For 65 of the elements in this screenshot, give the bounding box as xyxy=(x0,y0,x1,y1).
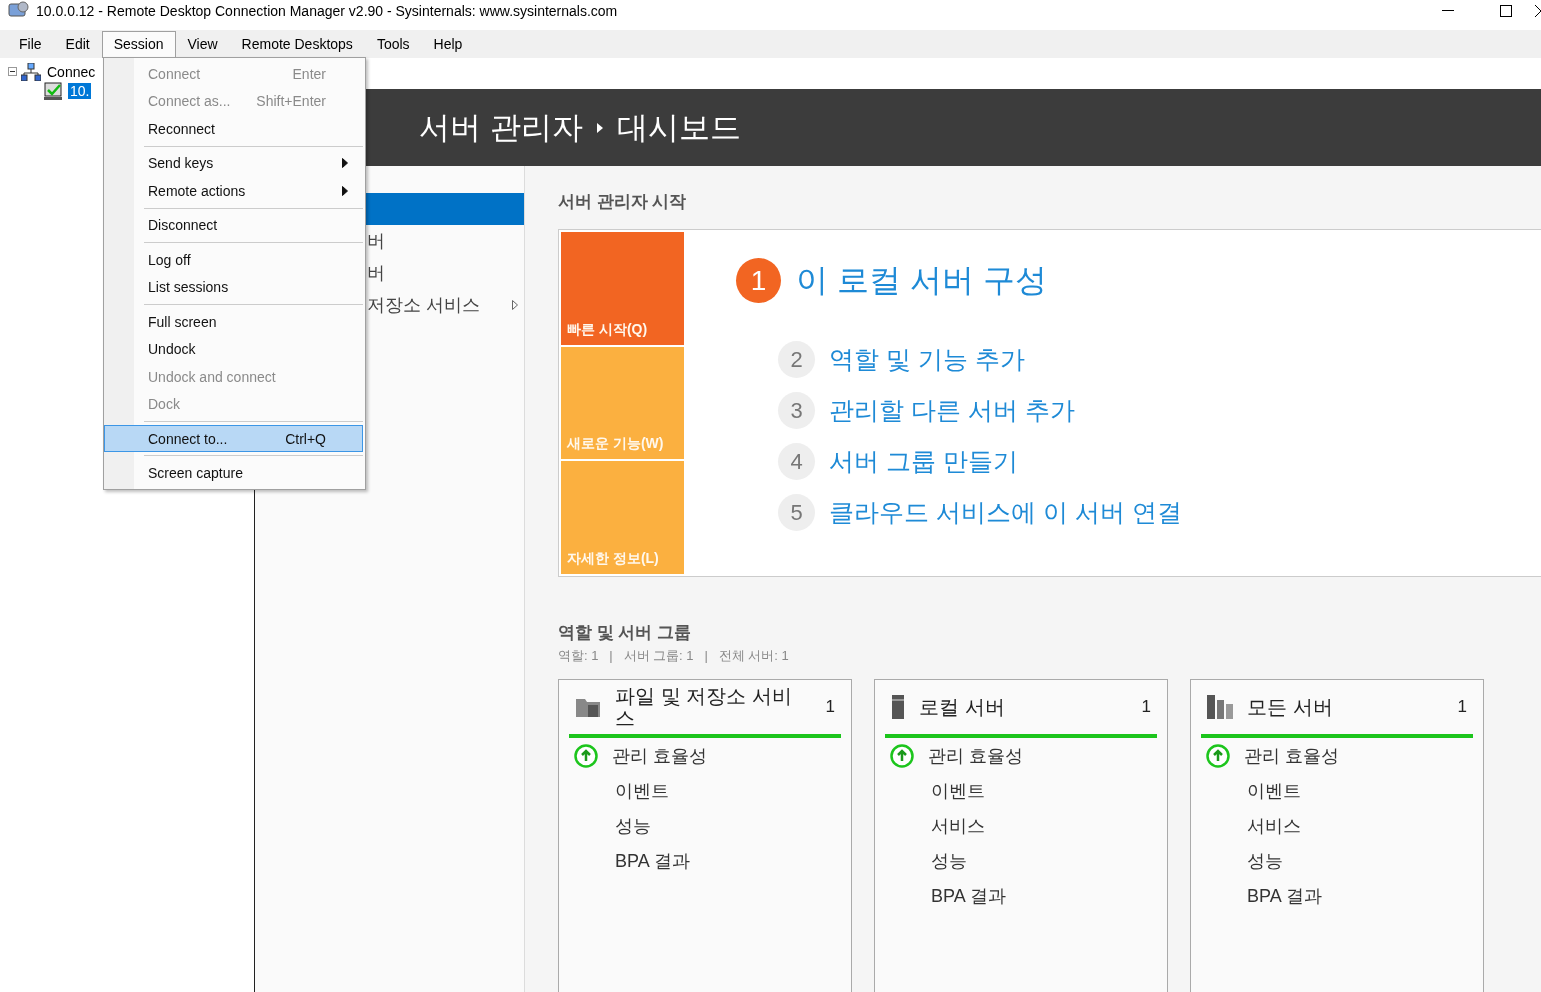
card-title: 로컬 서버 xyxy=(919,696,1006,718)
card-row-link[interactable]: 성능 xyxy=(931,848,967,873)
breadcrumb-arrow-icon xyxy=(596,122,603,133)
role-card[interactable]: 로컬 서버 1 관리 효율성 이벤트 서비스 성능 BPA 결과 xyxy=(874,679,1168,992)
menu-item[interactable]: Edit xyxy=(53,30,102,58)
close-icon[interactable] xyxy=(1535,5,1541,17)
card-row-link[interactable]: 서비스 xyxy=(931,813,985,838)
card-row-link[interactable]: 이벤트 xyxy=(615,778,669,803)
menu-item[interactable]: Undock xyxy=(104,335,363,363)
computer-check-icon xyxy=(44,81,64,100)
step-number: 2 xyxy=(778,341,815,378)
card-title: 파일 및 저장소 서비스 xyxy=(615,685,793,729)
menu-item[interactable]: View xyxy=(175,30,230,58)
card-row-link[interactable]: BPA 결과 xyxy=(931,883,1006,908)
section-title: 서버 관리자 시작 xyxy=(558,191,688,213)
minimize-icon[interactable] xyxy=(1442,10,1454,12)
menu-item[interactable]: Session xyxy=(101,30,176,58)
tree-item[interactable]: 10. xyxy=(68,82,92,99)
card-title: 모든 서버 xyxy=(1247,696,1334,718)
menu-item[interactable]: Screen capture xyxy=(104,459,363,487)
menu-item[interactable]: Tools xyxy=(364,30,422,58)
breadcrumb-item: 대시보드 xyxy=(616,108,741,147)
tree-item[interactable]: Connec xyxy=(45,63,98,80)
step-number: 4 xyxy=(778,443,815,480)
menu-item[interactable]: Reconnect xyxy=(104,115,363,143)
role-card[interactable]: 파일 및 저장소 서비스 1 관리 효율성 이벤트 성능 BPA 결과 xyxy=(558,679,852,992)
card-row-link[interactable]: 관리 효율성 xyxy=(1244,743,1339,768)
card-count: 1 xyxy=(825,697,836,717)
card-row-link[interactable]: 관리 효율성 xyxy=(612,743,707,768)
menu-item[interactable]: Help xyxy=(421,30,475,58)
card-row-link[interactable]: 이벤트 xyxy=(931,778,985,803)
window-title: 10.0.0.12 - Remote Desktop Connection Manager v2.90 - Sysinternals: www.sysinternals.com xyxy=(36,3,619,19)
menu-item[interactable]: Remote Desktops xyxy=(229,30,365,58)
menu-item[interactable]: Log off xyxy=(104,246,363,274)
network-icon xyxy=(21,62,41,81)
breadcrumb-item[interactable]: 서버 관리자 xyxy=(419,106,583,149)
card-row-link[interactable]: 서비스 xyxy=(1247,813,1301,838)
card-row-link[interactable]: BPA 결과 xyxy=(1247,883,1322,908)
menu-item[interactable]: Remote actions xyxy=(104,177,363,205)
menu-item[interactable]: File xyxy=(7,30,54,58)
step-number: 1 xyxy=(736,258,781,303)
section-title: 역할 및 서버 그룹 xyxy=(558,622,693,644)
card-count: 1 xyxy=(1141,697,1152,717)
maximize-icon[interactable] xyxy=(1500,5,1512,17)
card-row-link[interactable]: 성능 xyxy=(615,813,651,838)
group-summary: 역할: 1 | 서버 그룹: 1 | 전체 서버: 1 xyxy=(558,647,790,665)
card-row-link[interactable]: 이벤트 xyxy=(1247,778,1301,803)
menu-item[interactable]: Send keys xyxy=(104,149,363,177)
server-icon xyxy=(891,695,905,719)
step-number: 3 xyxy=(778,392,815,429)
step-link[interactable]: 서버 그룹 만들기 xyxy=(829,445,1018,478)
step-link[interactable]: 관리할 다른 서버 추가 xyxy=(829,394,1075,427)
menu-item[interactable]: Disconnect xyxy=(104,211,363,239)
collapse-icon[interactable] xyxy=(8,67,17,76)
servers-icon xyxy=(1207,695,1233,719)
card-row-link[interactable]: 성능 xyxy=(1247,848,1283,873)
step-link[interactable]: 클라우드 서비스에 이 서버 연결 xyxy=(829,496,1182,529)
step-number: 5 xyxy=(778,494,815,531)
menu-item[interactable]: Connect to... Ctrl+Q xyxy=(104,425,363,452)
step-link[interactable]: 이 로컬 서버 구성 xyxy=(796,258,1047,303)
card-row-link[interactable]: 관리 효율성 xyxy=(928,743,1023,768)
card-row-link[interactable]: BPA 결과 xyxy=(615,848,690,873)
step-link[interactable]: 역할 및 기능 추가 xyxy=(829,343,1025,376)
card-count: 1 xyxy=(1457,697,1468,717)
role-card[interactable]: 모든 서버 1 관리 효율성 이벤트 서비스 성능 BPA 결과 xyxy=(1190,679,1484,992)
